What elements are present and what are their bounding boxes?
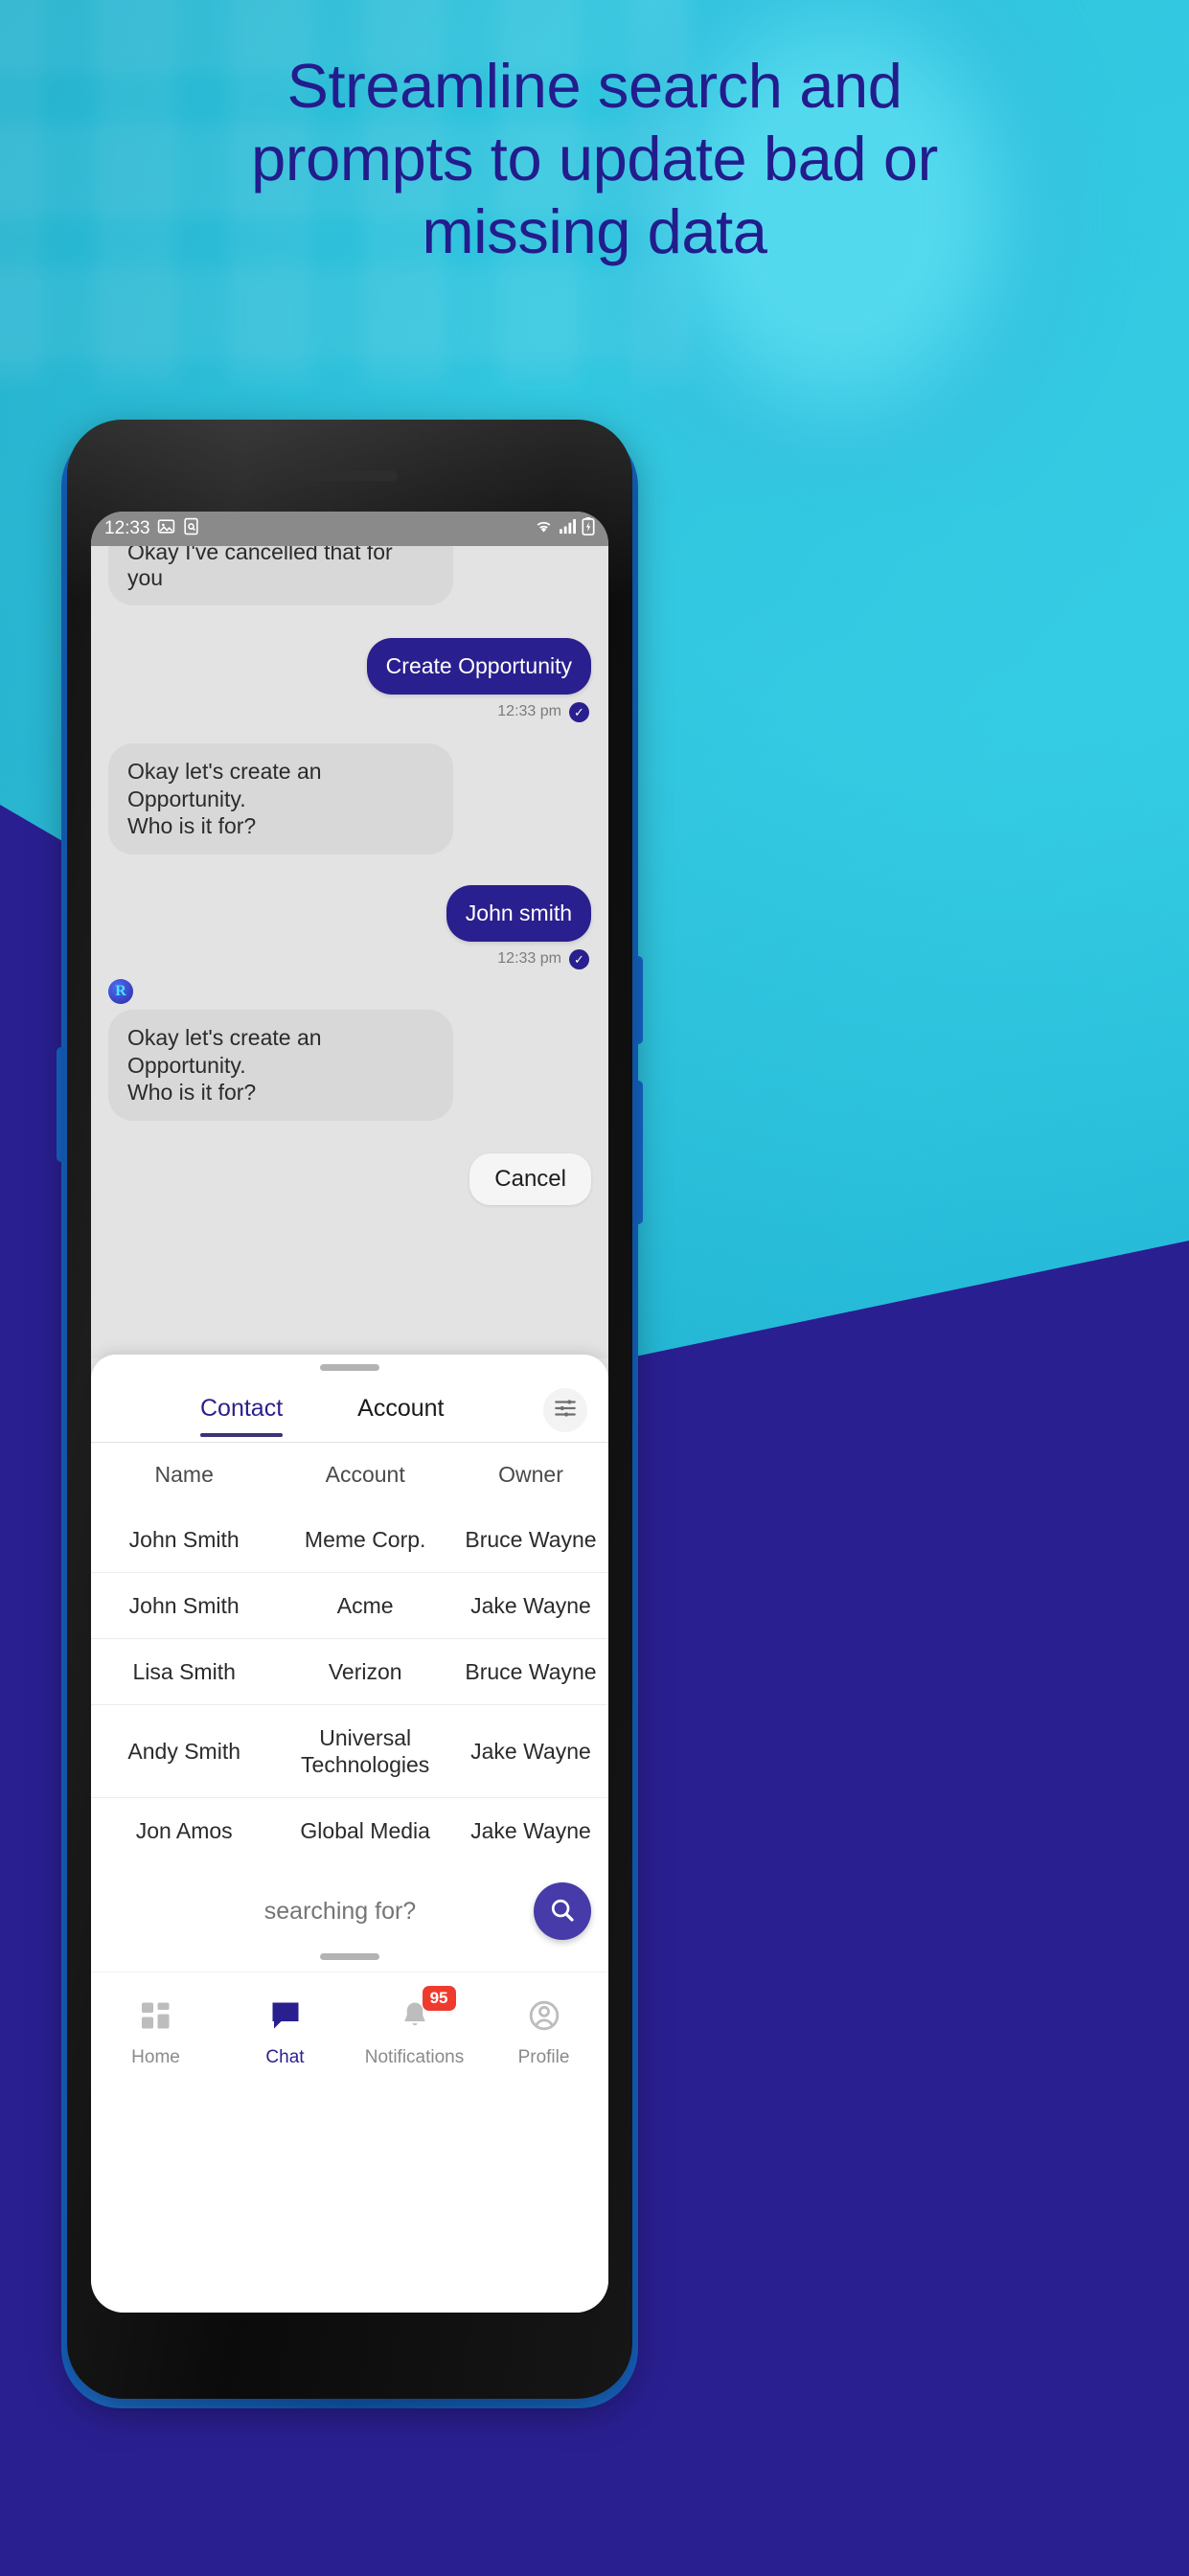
chat-message-user: Create Opportunity — [366, 638, 591, 695]
chat-row-bot: Okay let's create an Opportunity. Who is… — [108, 1009, 591, 1121]
column-header-name: Name — [154, 1462, 214, 1487]
screenshot-search-icon — [182, 517, 200, 541]
nav-item-chat[interactable]: Chat — [220, 1972, 350, 2094]
search-input[interactable] — [108, 1897, 534, 1926]
check-icon: ✓ — [569, 948, 589, 969]
table-row[interactable]: Lisa Smith Verizon Bruce Wayne — [91, 1638, 608, 1705]
wifi-icon — [534, 518, 554, 540]
table-header-row: Name Account Owner — [91, 1443, 608, 1507]
cell-owner: Jake Wayne — [470, 1739, 591, 1765]
cell-name: Andy Smith — [127, 1739, 240, 1765]
chat-message-meta: 12:33 pm ✓ — [108, 948, 589, 969]
search-bar — [91, 1869, 608, 1949]
bot-avatar: R — [108, 978, 133, 1004]
search-bottom-sheet: Contact Account Name Account Owner John … — [91, 1355, 608, 2313]
chat-message-text-line2: Who is it for? — [127, 1080, 257, 1106]
headline-line-1: Streamline search and — [286, 51, 903, 121]
chat-timestamp: 12:33 pm — [497, 703, 561, 720]
cell-account: Verizon — [328, 1659, 402, 1685]
chat-message-text-line1: Okay let's create an Opportunity. — [127, 1024, 322, 1078]
column-header-account: Account — [325, 1462, 405, 1487]
phone-volume-button[interactable] — [634, 1081, 643, 1224]
signal-icon — [559, 518, 577, 540]
phone-left-button[interactable] — [57, 1047, 65, 1162]
page-title: Streamline search and prompts to update … — [0, 50, 1189, 268]
home-indicator[interactable] — [320, 1953, 379, 1961]
phone-body: 12:33 Okay I've cancelled that for you C… — [67, 420, 632, 2399]
nav-label-notifications: Notifications — [364, 2047, 465, 2068]
status-bar-time: 12:33 — [104, 518, 150, 538]
sheet-tabs: Contact Account — [91, 1371, 608, 1442]
phone-screen: 12:33 Okay I've cancelled that for you C… — [91, 512, 608, 2313]
sheet-drag-handle[interactable] — [320, 1364, 379, 1371]
chat-message-bot: Okay let's create an Opportunity. Who is… — [108, 1009, 453, 1121]
chat-message-text: Okay I've cancelled that for you — [127, 546, 393, 590]
filter-button[interactable] — [543, 1388, 587, 1432]
nav-label-profile: Profile — [517, 2047, 570, 2068]
chat-row-user: Create Opportunity — [108, 638, 591, 695]
notification-badge: 95 — [422, 1986, 456, 2011]
chat-message-bot: Okay let's create an Opportunity. Who is… — [108, 742, 453, 855]
background-navy-right-wedge — [594, 1241, 1189, 2576]
cell-name: Jon Amos — [135, 1818, 233, 1844]
chat-row-bot: Okay let's create an Opportunity. Who is… — [108, 742, 591, 855]
chat-bubble-icon — [268, 1998, 303, 2038]
phone-mockup: 12:33 Okay I've cancelled that for you C… — [57, 420, 643, 2412]
headline-line-2: prompts to update bad or — [251, 124, 938, 194]
chat-message-text: John smith — [465, 900, 572, 925]
cell-name: John Smith — [128, 1593, 240, 1619]
chat-message-text-line1: Okay let's create an Opportunity. — [127, 758, 322, 811]
chat-message-user: John smith — [446, 885, 591, 942]
nav-label-home: Home — [131, 2047, 180, 2068]
tab-account[interactable]: Account — [357, 1395, 444, 1436]
cell-account: Global Media — [300, 1818, 430, 1844]
chat-message-text-line2: Who is it for? — [127, 813, 257, 839]
cell-owner: Jake Wayne — [470, 1593, 591, 1619]
image-icon — [157, 517, 175, 541]
cell-owner: Jake Wayne — [470, 1818, 591, 1844]
search-icon — [548, 1896, 577, 1927]
check-icon: ✓ — [569, 701, 589, 722]
bottom-navigation: Home Chat 95 Notifications Profile — [91, 1972, 608, 2095]
sliders-icon — [553, 1396, 578, 1425]
nav-item-notifications[interactable]: 95 Notifications — [350, 1972, 479, 2094]
chat-timestamp: 12:33 pm — [497, 950, 561, 968]
table-row[interactable]: John Smith Acme Jake Wayne — [91, 1572, 608, 1639]
column-header-owner: Owner — [498, 1462, 563, 1487]
cell-account: Universal Technologies — [301, 1725, 430, 1778]
chat-message-text: Create Opportunity — [385, 653, 572, 678]
cell-name: Lisa Smith — [132, 1659, 236, 1685]
table-row[interactable]: John Smith Meme Corp. Bruce Wayne — [91, 1507, 608, 1573]
headline-line-3: missing data — [422, 196, 767, 267]
phone-power-button[interactable] — [634, 956, 643, 1044]
tab-contact[interactable]: Contact — [200, 1395, 284, 1437]
cell-owner: Bruce Wayne — [465, 1527, 597, 1552]
status-bar: 12:33 — [91, 512, 608, 546]
grid-icon — [139, 1998, 173, 2038]
nav-item-home[interactable]: Home — [91, 1972, 220, 2094]
battery-charging-icon — [582, 516, 595, 541]
table-row[interactable]: Andy Smith Universal Technologies Jake W… — [91, 1704, 608, 1798]
person-icon — [527, 1998, 561, 2038]
search-button[interactable] — [534, 1882, 591, 1941]
results-table: Name Account Owner John Smith Meme Corp.… — [91, 1443, 608, 1863]
table-row[interactable]: Jon Amos Global Media Jake Wayne — [91, 1797, 608, 1864]
nav-label-chat: Chat — [265, 2047, 305, 2068]
cell-name: John Smith — [128, 1527, 240, 1552]
nav-item-profile[interactable]: Profile — [479, 1972, 608, 2094]
phone-speaker-grille — [302, 470, 398, 481]
cell-owner: Bruce Wayne — [465, 1659, 597, 1685]
chat-message-bot-partial: Okay I've cancelled that for you — [108, 546, 453, 605]
chat-message-meta: 12:33 pm ✓ — [108, 701, 589, 722]
cell-account: Meme Corp. — [304, 1527, 426, 1552]
cell-account: Acme — [336, 1593, 394, 1619]
chat-row-user: John smith — [108, 885, 591, 942]
cancel-button[interactable]: Cancel — [469, 1153, 591, 1205]
chat-thread[interactable]: Okay I've cancelled that for you Create … — [91, 546, 608, 1358]
